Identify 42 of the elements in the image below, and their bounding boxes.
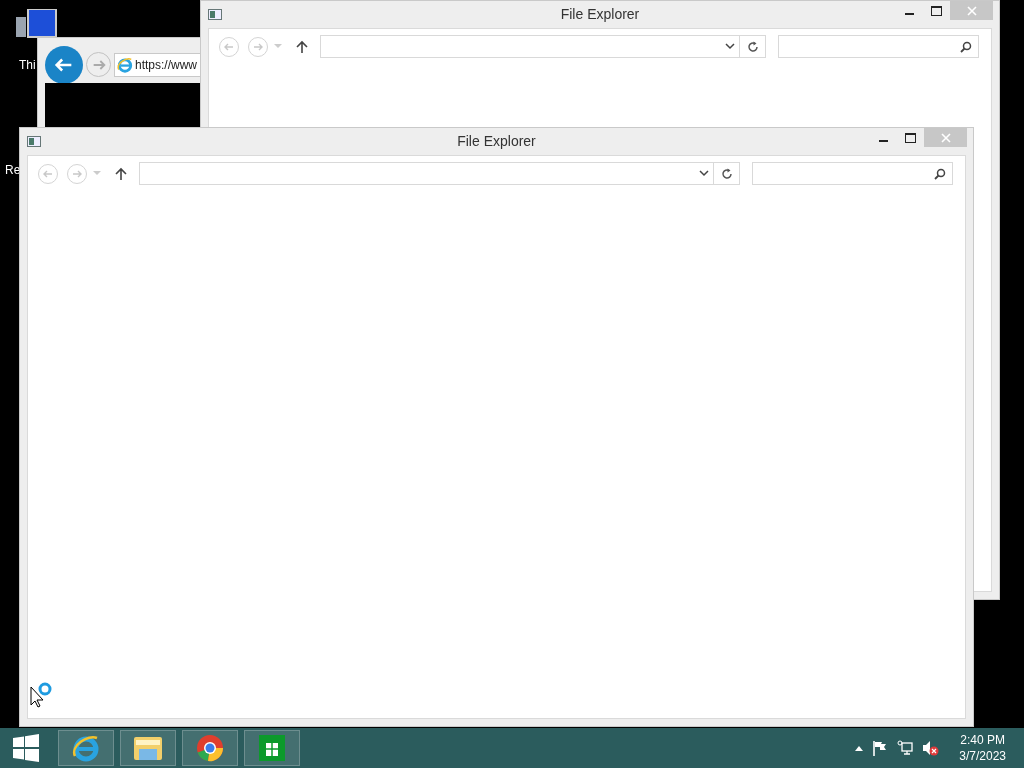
close-icon	[940, 132, 951, 143]
search-icon	[960, 40, 972, 53]
minimize-icon	[905, 13, 914, 15]
windows-logo-icon	[12, 734, 40, 762]
browser-icon	[117, 56, 133, 73]
show-hidden-icons-button[interactable]	[855, 745, 864, 751]
window-icon	[27, 136, 41, 147]
refresh-button[interactable]	[740, 35, 766, 58]
desktop-icon-label[interactable]: Thi	[19, 58, 36, 72]
minimize-icon	[879, 140, 888, 142]
up-arrow-icon[interactable]	[115, 166, 127, 181]
clock[interactable]: 2:40 PM 3/7/2023	[959, 732, 1006, 764]
folder-icon	[132, 734, 164, 762]
window-title: File Explorer	[457, 133, 536, 149]
taskbar-app-button[interactable]	[120, 730, 176, 766]
taskbar-app-button[interactable]	[58, 730, 114, 766]
search-field[interactable]	[752, 162, 953, 185]
up-arrow-icon[interactable]	[296, 39, 308, 54]
refresh-icon	[746, 40, 759, 53]
desktop-icon-label[interactable]: Re	[5, 163, 21, 177]
taskbar-app-button[interactable]	[244, 730, 300, 766]
taskbar-app-button[interactable]	[182, 730, 238, 766]
browser-icon	[72, 734, 100, 762]
refresh-button[interactable]	[714, 162, 740, 185]
muted-speaker-icon[interactable]	[922, 740, 941, 756]
address-bar[interactable]: https://www	[114, 52, 200, 77]
close-icon	[966, 5, 977, 16]
maximize-icon	[931, 5, 942, 16]
flag-icon[interactable]	[872, 740, 889, 756]
back-button[interactable]	[45, 45, 83, 84]
maximize-icon	[905, 132, 916, 143]
round-browser-icon	[196, 734, 224, 762]
busy-cursor-icon	[30, 682, 54, 708]
computer-icon[interactable]	[14, 9, 58, 39]
network-icon[interactable]	[897, 740, 914, 756]
chevron-icon[interactable]	[725, 43, 735, 50]
search-field[interactable]	[778, 35, 979, 58]
chevron-icon[interactable]	[699, 170, 709, 177]
search-icon	[934, 167, 946, 180]
window-title: File Explorer	[560, 6, 640, 22]
window-icon	[208, 9, 222, 20]
refresh-icon	[720, 167, 733, 180]
